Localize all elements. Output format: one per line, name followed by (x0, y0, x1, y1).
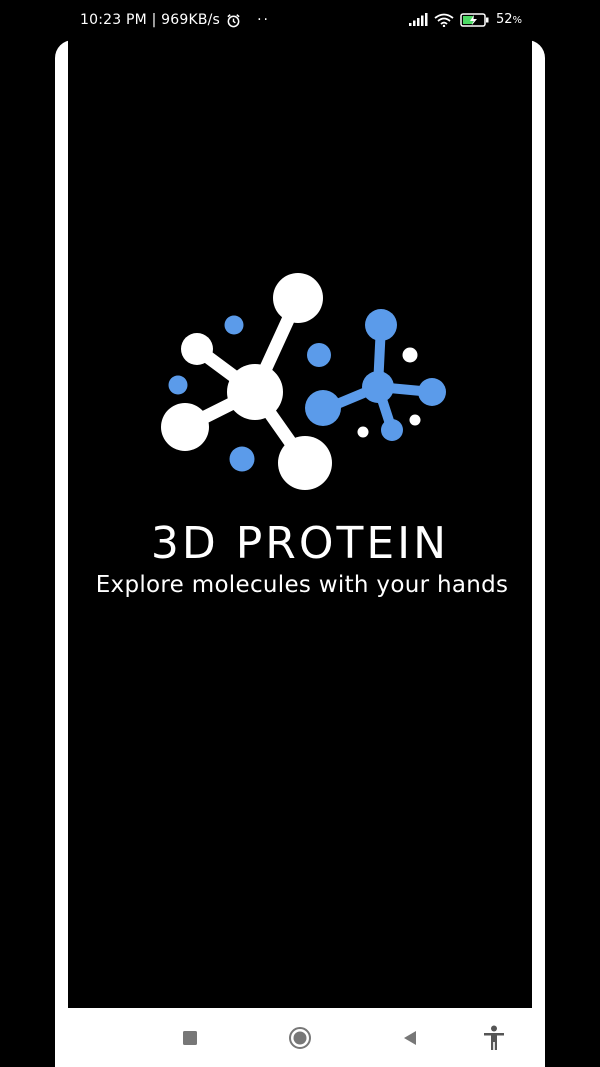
app-title: 3D PROTEIN (150, 518, 450, 569)
signal-icon (408, 12, 428, 26)
accessibility-icon (484, 1025, 504, 1050)
home-button[interactable] (288, 1026, 312, 1050)
wifi-icon (434, 13, 454, 27)
recent-apps-icon (183, 1031, 197, 1045)
status-time-speed: 10:23 PM | 969KB/s (80, 12, 221, 28)
molecule-logo (161, 273, 446, 490)
home-icon (289, 1027, 311, 1049)
recent-apps-button[interactable] (178, 1026, 202, 1050)
status-left: 10:23 PM | 969KB/s ·· (80, 12, 270, 28)
app-tagline: Explore molecules with your hands (95, 572, 509, 598)
overflow-dots: ·· (257, 12, 270, 28)
battery-icon (460, 12, 489, 27)
status-bar: 10:23 PM | 969KB/s ·· 52% (0, 0, 600, 40)
navigation-bar (68, 1008, 532, 1067)
back-button[interactable] (398, 1026, 422, 1050)
alarm-icon (227, 13, 240, 27)
back-icon (404, 1031, 416, 1045)
battery-percent: 52% (495, 12, 522, 27)
accessibility-button[interactable] (482, 1025, 506, 1050)
status-right: 52% (408, 12, 522, 27)
